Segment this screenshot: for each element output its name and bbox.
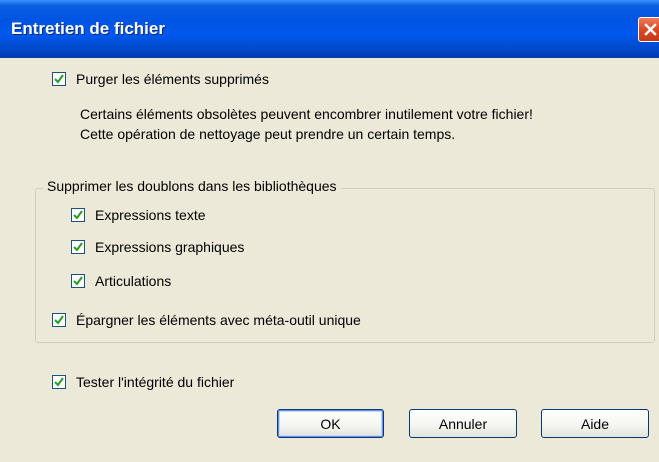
- checkmark-icon: [54, 315, 64, 325]
- duplicates-legend: Supprimer les doublons dans les biblioth…: [43, 178, 341, 194]
- checkmark-icon: [54, 74, 64, 84]
- checkmark-icon: [73, 210, 83, 220]
- close-icon: [644, 23, 657, 36]
- checkbox-box[interactable]: [71, 274, 85, 288]
- window-title: Entretien de fichier: [11, 19, 165, 38]
- purge-description-line-1: Certains éléments obsolètes peuvent enco…: [80, 106, 533, 122]
- spare-meta-tool-checkbox[interactable]: Épargner les éléments avec méta-outil un…: [52, 312, 361, 328]
- help-button[interactable]: Aide: [541, 409, 649, 438]
- checkbox-box[interactable]: [52, 313, 66, 327]
- articulations-checkbox[interactable]: Articulations: [71, 273, 171, 289]
- expressions-texte-label: Expressions texte: [95, 207, 206, 223]
- articulations-label: Articulations: [95, 273, 172, 289]
- checkbox-box[interactable]: [71, 240, 85, 254]
- title-bar[interactable]: Entretien de fichier: [0, 0, 659, 58]
- purge-label: Purger les éléments supprimés: [76, 71, 269, 87]
- close-button[interactable]: [638, 17, 659, 42]
- checkmark-icon: [54, 377, 64, 387]
- checkmark-icon: [73, 276, 83, 286]
- purge-description-line-2: Cette opération de nettoyage peut prendr…: [80, 126, 456, 142]
- integrity-checkbox[interactable]: Tester l'intégrité du fichier: [52, 374, 234, 390]
- checkmark-icon: [73, 242, 83, 252]
- integrity-label: Tester l'intégrité du fichier: [76, 374, 235, 390]
- expressions-texte-checkbox[interactable]: Expressions texte: [71, 207, 206, 223]
- checkbox-box[interactable]: [52, 72, 66, 86]
- expressions-graphiques-label: Expressions graphiques: [95, 239, 245, 255]
- ok-button[interactable]: OK: [277, 409, 384, 438]
- spare-meta-tool-label: Épargner les éléments avec méta-outil un…: [76, 312, 361, 328]
- cancel-button[interactable]: Annuler: [409, 409, 517, 438]
- checkbox-box[interactable]: [52, 375, 66, 389]
- expressions-graphiques-checkbox[interactable]: Expressions graphiques: [71, 239, 244, 255]
- purge-checkbox[interactable]: Purger les éléments supprimés: [52, 71, 269, 87]
- checkbox-box[interactable]: [71, 208, 85, 222]
